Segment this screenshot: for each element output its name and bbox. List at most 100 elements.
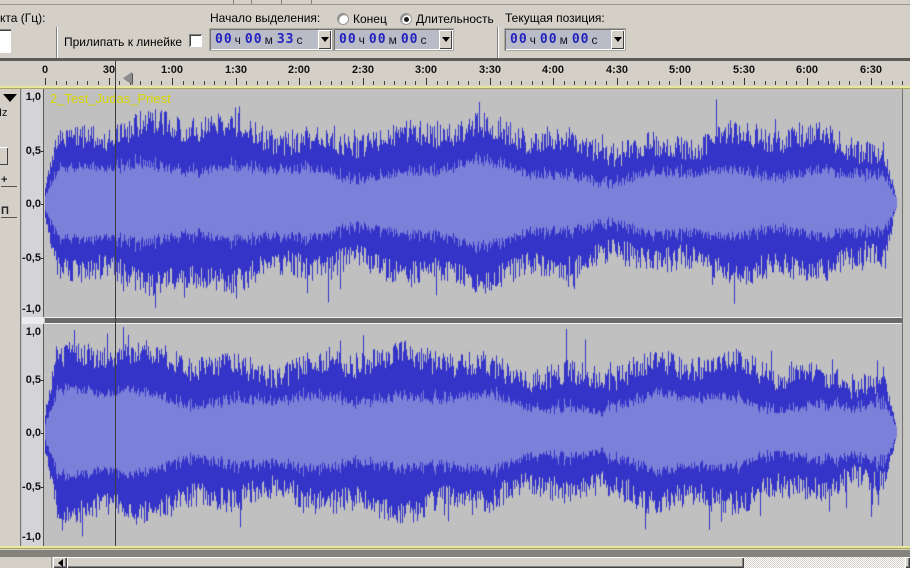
minutes-unit: м (560, 33, 568, 47)
ruler-minor-tick (373, 81, 374, 85)
ruler-minor-tick (56, 81, 57, 85)
seconds-value: 00 (572, 32, 590, 47)
waveform-left-channel[interactable] (45, 89, 903, 317)
ruler-minor-tick (648, 81, 649, 85)
ruler-tick-label: 5:00 (669, 64, 691, 76)
radio-length-label: Длительность (416, 12, 494, 26)
ruler-tick-label: 4:30 (606, 64, 628, 76)
hours-value: 00 (215, 32, 233, 47)
ruler-major-tick (871, 78, 872, 85)
ruler-minor-tick (839, 81, 840, 85)
ruler-minor-tick (733, 81, 734, 85)
ruler-minor-tick (722, 81, 723, 85)
track-menu-triangle-down-icon[interactable] (1, 92, 19, 104)
ruler-tick-label: 4:00 (542, 64, 564, 76)
amplitude-label: 0,5 (22, 374, 41, 386)
ruler-minor-tick (754, 81, 755, 85)
ruler-minor-tick (881, 81, 882, 85)
waveform-right-channel[interactable] (45, 324, 903, 544)
chevron-down-icon[interactable] (611, 30, 624, 49)
hours-unit: ч (235, 33, 241, 47)
ruler-major-tick (617, 78, 618, 85)
amplitude-label: -0,5 (22, 252, 41, 264)
amplitude-label: 0,5 (22, 145, 41, 157)
scrollbar-track[interactable] (744, 557, 905, 568)
scrollbar-thumb[interactable] (67, 557, 744, 568)
project-rate-label: кта (Гц): (0, 11, 45, 25)
ruler-minor-tick (320, 81, 321, 85)
ruler-minor-tick (638, 81, 639, 85)
ruler-minor-tick (532, 81, 533, 85)
ruler-minor-tick (257, 81, 258, 85)
ruler-minor-tick (140, 81, 141, 85)
current-position-label: Текущая позиция: (505, 11, 605, 25)
channel-separator (45, 317, 903, 324)
scrollbar-arrow-left-icon[interactable] (53, 557, 67, 568)
ruler-minor-tick (447, 81, 448, 85)
ruler-minor-tick (511, 81, 512, 85)
ruler-minor-tick (468, 81, 469, 85)
amplitude-tick (41, 204, 44, 205)
ruler-minor-tick (828, 81, 829, 85)
amplitude-label: 1,0 (22, 91, 41, 103)
gain-slider-fragment[interactable]: + (1, 174, 17, 187)
ruler-minor-tick (66, 81, 67, 85)
ruler-major-tick (807, 78, 808, 85)
playback-cursor (115, 61, 116, 546)
ruler-major-tick (490, 78, 491, 85)
ruler-major-tick (109, 78, 110, 85)
ruler-major-tick (236, 78, 237, 85)
hours-unit: ч (530, 33, 536, 47)
ruler-minor-tick (267, 81, 268, 85)
chevron-down-icon[interactable] (318, 30, 331, 49)
ruler-minor-tick (204, 81, 205, 85)
horizontal-scrollbar[interactable] (0, 557, 910, 568)
ruler-major-tick (553, 78, 554, 85)
ruler-minor-tick (786, 81, 787, 85)
project-rate-field-fragment[interactable] (0, 29, 11, 53)
ruler-minor-tick (225, 81, 226, 85)
selection-start-marker-triangle-left-icon[interactable] (117, 72, 132, 84)
ruler-minor-tick (627, 81, 628, 85)
ruler-tick-label: 1:30 (225, 64, 247, 76)
ruler-minor-tick (500, 81, 501, 85)
ruler-major-tick (363, 78, 364, 85)
scrollbar-corner (0, 557, 52, 568)
selection-toolbar: кта (Гц): Прилипать к линейке Начало выд… (0, 5, 910, 58)
timeline-ruler[interactable]: 0301:001:302:002:303:003:304:004:305:005… (0, 58, 910, 86)
ruler-tick-label: 2:30 (352, 64, 374, 76)
amplitude-label: 0,0 (22, 427, 41, 439)
ruler-minor-tick (521, 81, 522, 85)
ruler-minor-tick (87, 81, 88, 85)
ruler-tick-label: 1:00 (161, 64, 183, 76)
current-position-time-field[interactable]: 00 ч 00 м 00 с (505, 29, 625, 50)
hours-value: 00 (510, 32, 528, 47)
ruler-minor-tick (691, 81, 692, 85)
ruler-minor-tick (278, 81, 279, 85)
ruler-minor-tick (214, 81, 215, 85)
chevron-down-icon[interactable] (439, 30, 452, 49)
pan-slider-fragment[interactable]: П (1, 205, 17, 218)
snap-to-checkbox[interactable] (189, 34, 202, 47)
amplitude-label: -0,5 (22, 481, 41, 493)
seconds-unit: с (591, 33, 597, 47)
ruler-minor-tick (193, 81, 194, 85)
ruler-tick-label: 3:00 (415, 64, 437, 76)
ruler-minor-tick (902, 81, 903, 85)
track-focus-border-bottom (0, 546, 910, 549)
ruler-minor-tick (415, 81, 416, 85)
ruler-minor-tick (712, 81, 713, 85)
ruler-minor-tick (606, 81, 607, 85)
ruler-minor-tick (246, 81, 247, 85)
ruler-minor-tick (595, 81, 596, 85)
solo-button-fragment[interactable] (0, 147, 8, 165)
selection-length-time-field[interactable]: 00 ч 00 м 00 с (334, 29, 453, 50)
ruler-minor-tick (437, 81, 438, 85)
ruler-tick-label: 30 (103, 64, 115, 76)
selection-start-time-field[interactable]: 00 ч 00 м 33 с (210, 29, 332, 50)
ruler-minor-tick (405, 81, 406, 85)
ruler-tick-label: 3:30 (479, 64, 501, 76)
ruler-tick-label: 2:00 (288, 64, 310, 76)
ruler-minor-tick (860, 81, 861, 85)
ruler-minor-tick (564, 81, 565, 85)
